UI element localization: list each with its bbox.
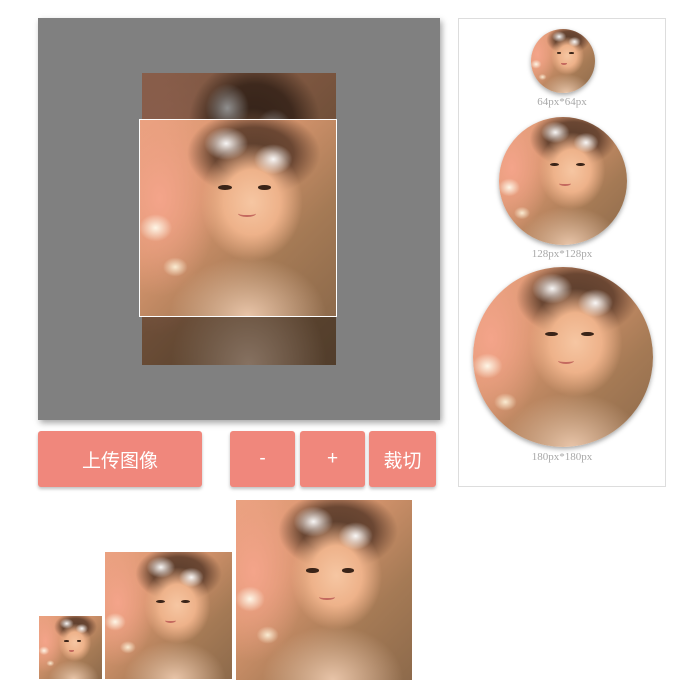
circle-preview-panel: 64px*64px 128px*128px 180px*180px (458, 18, 666, 487)
preview-square-large (236, 500, 412, 680)
preview-circle-180 (473, 267, 653, 447)
preview-size-label: 64px*64px (537, 96, 587, 108)
upload-image-button[interactable]: 上传图像 (38, 431, 202, 487)
preview-size-label: 180px*180px (531, 451, 593, 463)
preview-circle-128 (499, 117, 627, 245)
crop-button[interactable]: 裁切 (369, 431, 436, 487)
preview-square-medium (105, 552, 232, 679)
preview-square-small (39, 616, 102, 679)
crop-selection-box[interactable] (139, 119, 337, 317)
cropper-canvas[interactable] (38, 18, 440, 420)
preview-size-label: 128px*128px (531, 248, 593, 260)
zoom-out-button[interactable]: - (230, 431, 295, 487)
preview-circle-64 (531, 29, 595, 93)
zoom-in-button[interactable]: + (300, 431, 365, 487)
